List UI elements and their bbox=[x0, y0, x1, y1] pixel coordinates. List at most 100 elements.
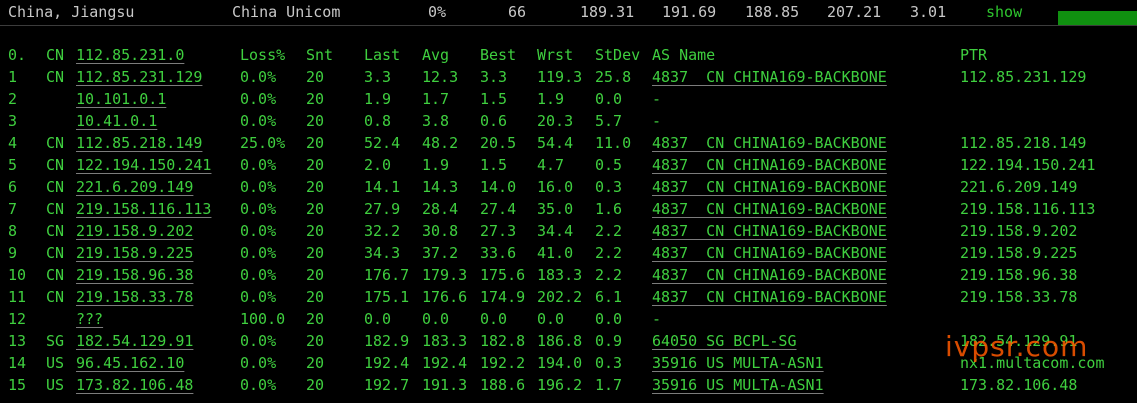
cell-snt: 20 bbox=[306, 90, 325, 108]
cell-cc: US bbox=[46, 354, 65, 372]
table-row: 9 CN 219.158.9.225 0.0% 20 34.3 37.2 33.6 41.0 2.… bbox=[0, 244, 1137, 264]
cell-cc: CN bbox=[46, 244, 65, 262]
header-best: Best bbox=[480, 46, 517, 64]
cell-stdev: 1.6 bbox=[595, 200, 623, 218]
cell-asname: - bbox=[652, 310, 662, 328]
cell-snt: 20 bbox=[306, 376, 325, 394]
cell-host[interactable]: ??? bbox=[76, 310, 103, 328]
cell-wrst: 119.3 bbox=[537, 68, 583, 86]
header-host[interactable]: 112.85.231.0 bbox=[76, 46, 184, 64]
cell-wrst: 1.9 bbox=[537, 90, 565, 108]
cell-last: 2.0 bbox=[364, 156, 392, 174]
cell-last: 0.8 bbox=[364, 112, 392, 130]
cell-hop: 12 bbox=[8, 310, 27, 328]
cell-best: 27.4 bbox=[480, 200, 517, 218]
header-wrst: Wrst bbox=[537, 46, 574, 64]
cell-best: 14.0 bbox=[480, 178, 517, 196]
cell-cc: CN bbox=[46, 266, 65, 284]
cell-asname[interactable]: 4837 CN CHINA169-BACKBONE bbox=[652, 200, 887, 218]
cell-host[interactable]: 219.158.116.113 bbox=[76, 200, 211, 218]
header-cc: CN bbox=[46, 46, 65, 64]
cell-avg: 179.3 bbox=[422, 266, 468, 284]
cell-snt: 20 bbox=[306, 332, 325, 350]
cell-last: 192.7 bbox=[364, 376, 410, 394]
cell-avg: 1.9 bbox=[422, 156, 450, 174]
cell-host[interactable]: 182.54.129.91 bbox=[76, 332, 193, 350]
cell-host[interactable]: 219.158.9.225 bbox=[76, 244, 193, 262]
cell-hop: 7 bbox=[8, 200, 18, 218]
cell-host[interactable]: 96.45.162.10 bbox=[76, 354, 184, 372]
cell-hop: 14 bbox=[8, 354, 27, 372]
cell-asname[interactable]: 4837 CN CHINA169-BACKBONE bbox=[652, 68, 887, 86]
cell-host[interactable]: 219.158.33.78 bbox=[76, 288, 193, 306]
cell-cc: US bbox=[46, 376, 65, 394]
cell-snt: 20 bbox=[306, 112, 325, 130]
cell-host[interactable]: 10.41.0.1 bbox=[76, 112, 157, 130]
header-avg: Avg bbox=[422, 46, 450, 64]
table-row: 6 CN 221.6.209.149 0.0% 20 14.1 14.3 14.0 16.0 0.… bbox=[0, 178, 1137, 198]
cell-host[interactable]: 219.158.96.38 bbox=[76, 266, 193, 284]
cell-asname[interactable]: 64050 SG BCPL-SG bbox=[652, 332, 797, 350]
cell-snt: 20 bbox=[306, 310, 325, 328]
cell-last: 182.9 bbox=[364, 332, 410, 350]
cell-ptr: 173.82.106.48 bbox=[960, 376, 1078, 394]
cell-loss: 0.0% bbox=[240, 354, 277, 372]
cell-avg: 1.7 bbox=[422, 90, 450, 108]
cell-host[interactable]: 219.158.9.202 bbox=[76, 222, 193, 240]
cell-asname[interactable]: 4837 CN CHINA169-BACKBONE bbox=[652, 156, 887, 174]
cell-ptr: 122.194.150.241 bbox=[960, 156, 1096, 174]
cell-hop: 15 bbox=[8, 376, 27, 394]
cell-host[interactable]: 112.85.218.149 bbox=[76, 134, 202, 152]
cell-hop: 1 bbox=[8, 68, 18, 86]
cell-last: 192.4 bbox=[364, 354, 410, 372]
cell-ptr: 219.158.33.78 bbox=[960, 288, 1078, 306]
cell-asname[interactable]: 4837 CN CHINA169-BACKBONE bbox=[652, 288, 887, 306]
cell-cc: CN bbox=[46, 178, 65, 196]
cell-cc: CN bbox=[46, 134, 65, 152]
cell-hop: 13 bbox=[8, 332, 27, 350]
cell-ptr: 219.158.96.38 bbox=[960, 266, 1078, 284]
cell-best: 192.2 bbox=[480, 354, 526, 372]
cell-wrst: 183.3 bbox=[537, 266, 583, 284]
cell-stdev: 0.3 bbox=[595, 178, 623, 196]
cell-last: 27.9 bbox=[364, 200, 401, 218]
show-button[interactable]: show bbox=[986, 3, 1022, 21]
cell-asname[interactable]: 4837 CN CHINA169-BACKBONE bbox=[652, 222, 887, 240]
cell-asname[interactable]: 4837 CN CHINA169-BACKBONE bbox=[652, 244, 887, 262]
cell-last: 34.3 bbox=[364, 244, 401, 262]
cell-cc: CN bbox=[46, 200, 65, 218]
cell-cc: SG bbox=[46, 332, 65, 350]
cell-host[interactable]: 10.101.0.1 bbox=[76, 90, 166, 108]
cell-host[interactable]: 112.85.231.129 bbox=[76, 68, 202, 86]
cell-wrst: 34.4 bbox=[537, 222, 574, 240]
cell-asname[interactable]: 4837 CN CHINA169-BACKBONE bbox=[652, 134, 887, 152]
cell-loss: 100.0 bbox=[240, 310, 286, 328]
cell-wrst: 196.2 bbox=[537, 376, 583, 394]
table-row: 10 CN 219.158.96.38 0.0% 20 176.7 179.3 175.6 18… bbox=[0, 266, 1137, 286]
cell-asname: - bbox=[652, 112, 662, 130]
table-row: 7 CN 219.158.116.113 0.0% 20 27.9 28.4 27.4 35.0… bbox=[0, 200, 1137, 220]
cell-ptr: 112.85.231.129 bbox=[960, 68, 1087, 86]
cell-asname[interactable]: 4837 CN CHINA169-BACKBONE bbox=[652, 178, 887, 196]
cell-last: 52.4 bbox=[364, 134, 401, 152]
cell-stdev: 1.7 bbox=[595, 376, 623, 394]
cell-avg: 30.8 bbox=[422, 222, 459, 240]
cell-host[interactable]: 221.6.209.149 bbox=[76, 178, 193, 196]
cell-ptr: 221.6.209.149 bbox=[960, 178, 1078, 196]
cell-asname[interactable]: 35916 US MULTA-ASN1 bbox=[652, 376, 824, 394]
table-row: 2 10.101.0.1 0.0% 20 1.9 1.7 1.5 1.9 0.0 - bbox=[0, 90, 1137, 110]
cell-host[interactable]: 173.82.106.48 bbox=[76, 376, 193, 394]
cell-wrst: 16.0 bbox=[537, 178, 574, 196]
cell-loss: 0.0% bbox=[240, 266, 277, 284]
cell-asname[interactable]: 4837 CN CHINA169-BACKBONE bbox=[652, 266, 887, 284]
summary-sent: 66 bbox=[508, 3, 527, 21]
cell-asname[interactable]: 35916 US MULTA-ASN1 bbox=[652, 354, 824, 372]
cell-loss: 0.0% bbox=[240, 156, 277, 174]
cell-avg: 176.6 bbox=[422, 288, 468, 306]
cell-host[interactable]: 122.194.150.241 bbox=[76, 156, 211, 174]
cell-ptr: 219.158.9.225 bbox=[960, 244, 1078, 262]
cell-best: 182.8 bbox=[480, 332, 526, 350]
cell-best: 1.5 bbox=[480, 156, 508, 174]
cell-loss: 0.0% bbox=[240, 332, 277, 350]
cell-last: 175.1 bbox=[364, 288, 410, 306]
